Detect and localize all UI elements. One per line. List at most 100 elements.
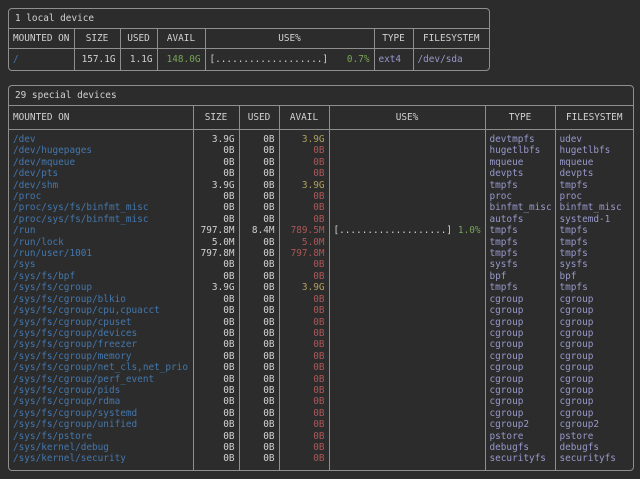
cell-used: 0B <box>239 419 279 430</box>
cell-type: mqueue <box>485 157 555 168</box>
cell-use-percent <box>329 339 485 350</box>
column-header-type: TYPE <box>485 106 555 130</box>
table-row: /sys/fs/cgroup/systemd0B0B0Bcgroupcgroup <box>9 408 633 419</box>
special-devices-title: 29 special devices <box>9 86 633 106</box>
cell-used: 0B <box>239 339 279 350</box>
cell-use-percent <box>329 168 485 179</box>
cell-type: cgroup <box>485 339 555 350</box>
header-row: MOUNTED ONSIZEUSEDAVAILUSE%TYPEFILESYSTE… <box>9 106 633 130</box>
cell-used: 0B <box>239 191 279 202</box>
cell-avail: 0B <box>279 351 329 362</box>
cell-filesystem: tmpfs <box>555 225 633 236</box>
cell-filesystem: tmpfs <box>555 237 633 248</box>
column-header-filesystem: FILESYSTEM <box>555 106 633 130</box>
cell-use-percent <box>329 214 485 225</box>
cell-mounted-on: /sys/fs/cgroup/cpu,cpuacct <box>9 305 193 316</box>
usage-indicator: [...................]1.0% <box>334 225 481 236</box>
cell-used: 0B <box>239 396 279 407</box>
table-row: /dev/shm3.9G0B3.9Gtmpfstmpfs <box>9 180 633 191</box>
cell-size: 0B <box>193 328 239 339</box>
cell-size: 0B <box>193 351 239 362</box>
cell-avail: 0B <box>279 385 329 396</box>
column-header-avail: AVAIL <box>279 106 329 130</box>
usage-percent: 1.0% <box>458 225 481 236</box>
cell-avail: 0B <box>279 259 329 270</box>
cell-use-percent <box>329 442 485 453</box>
cell-type: pstore <box>485 431 555 442</box>
table-row: /sys/fs/cgroup/unified0B0B0Bcgroup2cgrou… <box>9 419 633 430</box>
cell-used: 0B <box>239 431 279 442</box>
cell-used: 0B <box>239 282 279 293</box>
cell-size: 0B <box>193 339 239 350</box>
cell-type: cgroup2 <box>485 419 555 430</box>
cell-type: cgroup <box>485 305 555 316</box>
cell-use-percent <box>329 202 485 213</box>
cell-filesystem: sysfs <box>555 259 633 270</box>
cell-use-percent <box>329 362 485 373</box>
cell-size: 3.9G <box>193 130 239 146</box>
cell-mounted-on: /dev/shm <box>9 180 193 191</box>
cell-used: 8.4M <box>239 225 279 236</box>
cell-size: 797.8M <box>193 225 239 236</box>
cell-used: 0B <box>239 351 279 362</box>
cell-filesystem: hugetlbfs <box>555 145 633 156</box>
cell-mounted-on: /sys/fs/cgroup/systemd <box>9 408 193 419</box>
local-devices-title: 1 local device <box>9 9 489 29</box>
cell-mounted-on: /dev/hugepages <box>9 145 193 156</box>
special-devices-table: 29 special devices MOUNTED ONSIZEUSEDAVA… <box>8 85 634 471</box>
cell-type: binfmt_misc <box>485 202 555 213</box>
table-row: /sys0B0B0Bsysfssysfs <box>9 259 633 270</box>
cell-filesystem: securityfs <box>555 453 633 469</box>
cell-size: 0B <box>193 271 239 282</box>
cell-size: 0B <box>193 431 239 442</box>
cell-avail: 789.5M <box>279 225 329 236</box>
cell-avail: 0B <box>279 271 329 282</box>
cell-use-percent <box>329 248 485 259</box>
cell-type: cgroup <box>485 328 555 339</box>
table-row: /dev3.9G0B3.9Gdevtmpfsudev <box>9 130 633 146</box>
cell-used: 1.1G <box>120 49 157 71</box>
cell-used: 0B <box>239 453 279 469</box>
cell-avail: 3.9G <box>279 282 329 293</box>
cell-size: 0B <box>193 419 239 430</box>
cell-filesystem: cgroup <box>555 374 633 385</box>
cell-use-percent <box>329 317 485 328</box>
cell-size: 0B <box>193 396 239 407</box>
column-header-mounted-on: MOUNTED ON <box>9 106 193 130</box>
cell-size: 797.8M <box>193 248 239 259</box>
table-row: /sys/kernel/debug0B0B0Bdebugfsdebugfs <box>9 442 633 453</box>
cell-use-percent <box>329 294 485 305</box>
column-header-avail: AVAIL <box>157 29 205 49</box>
cell-type: cgroup <box>485 317 555 328</box>
cell-mounted-on: /sys/fs/cgroup/cpuset <box>9 317 193 328</box>
cell-type: tmpfs <box>485 282 555 293</box>
cell-use-percent <box>329 374 485 385</box>
cell-mounted-on: /proc <box>9 191 193 202</box>
cell-avail: 0B <box>279 408 329 419</box>
cell-type: tmpfs <box>485 237 555 248</box>
cell-used: 0B <box>239 202 279 213</box>
cell-mounted-on: /sys/fs/pstore <box>9 431 193 442</box>
cell-used: 0B <box>239 294 279 305</box>
cell-type: bpf <box>485 271 555 282</box>
cell-size: 0B <box>193 317 239 328</box>
cell-use-percent <box>329 191 485 202</box>
cell-use-percent <box>329 385 485 396</box>
cell-mounted-on: /sys/fs/cgroup/memory <box>9 351 193 362</box>
cell-filesystem: tmpfs <box>555 180 633 191</box>
cell-type: debugfs <box>485 442 555 453</box>
cell-filesystem: cgroup <box>555 396 633 407</box>
cell-mounted-on: /sys/fs/cgroup/rdma <box>9 396 193 407</box>
cell-size: 0B <box>193 202 239 213</box>
cell-used: 0B <box>239 374 279 385</box>
cell-used: 0B <box>239 180 279 191</box>
cell-type: cgroup <box>485 351 555 362</box>
cell-type: cgroup <box>485 294 555 305</box>
cell-size: 0B <box>193 442 239 453</box>
cell-filesystem: cgroup <box>555 408 633 419</box>
cell-avail: 3.9G <box>279 130 329 146</box>
cell-size: 0B <box>193 157 239 168</box>
cell-avail: 0B <box>279 396 329 407</box>
column-header-type: TYPE <box>374 29 413 49</box>
cell-use-percent <box>329 157 485 168</box>
